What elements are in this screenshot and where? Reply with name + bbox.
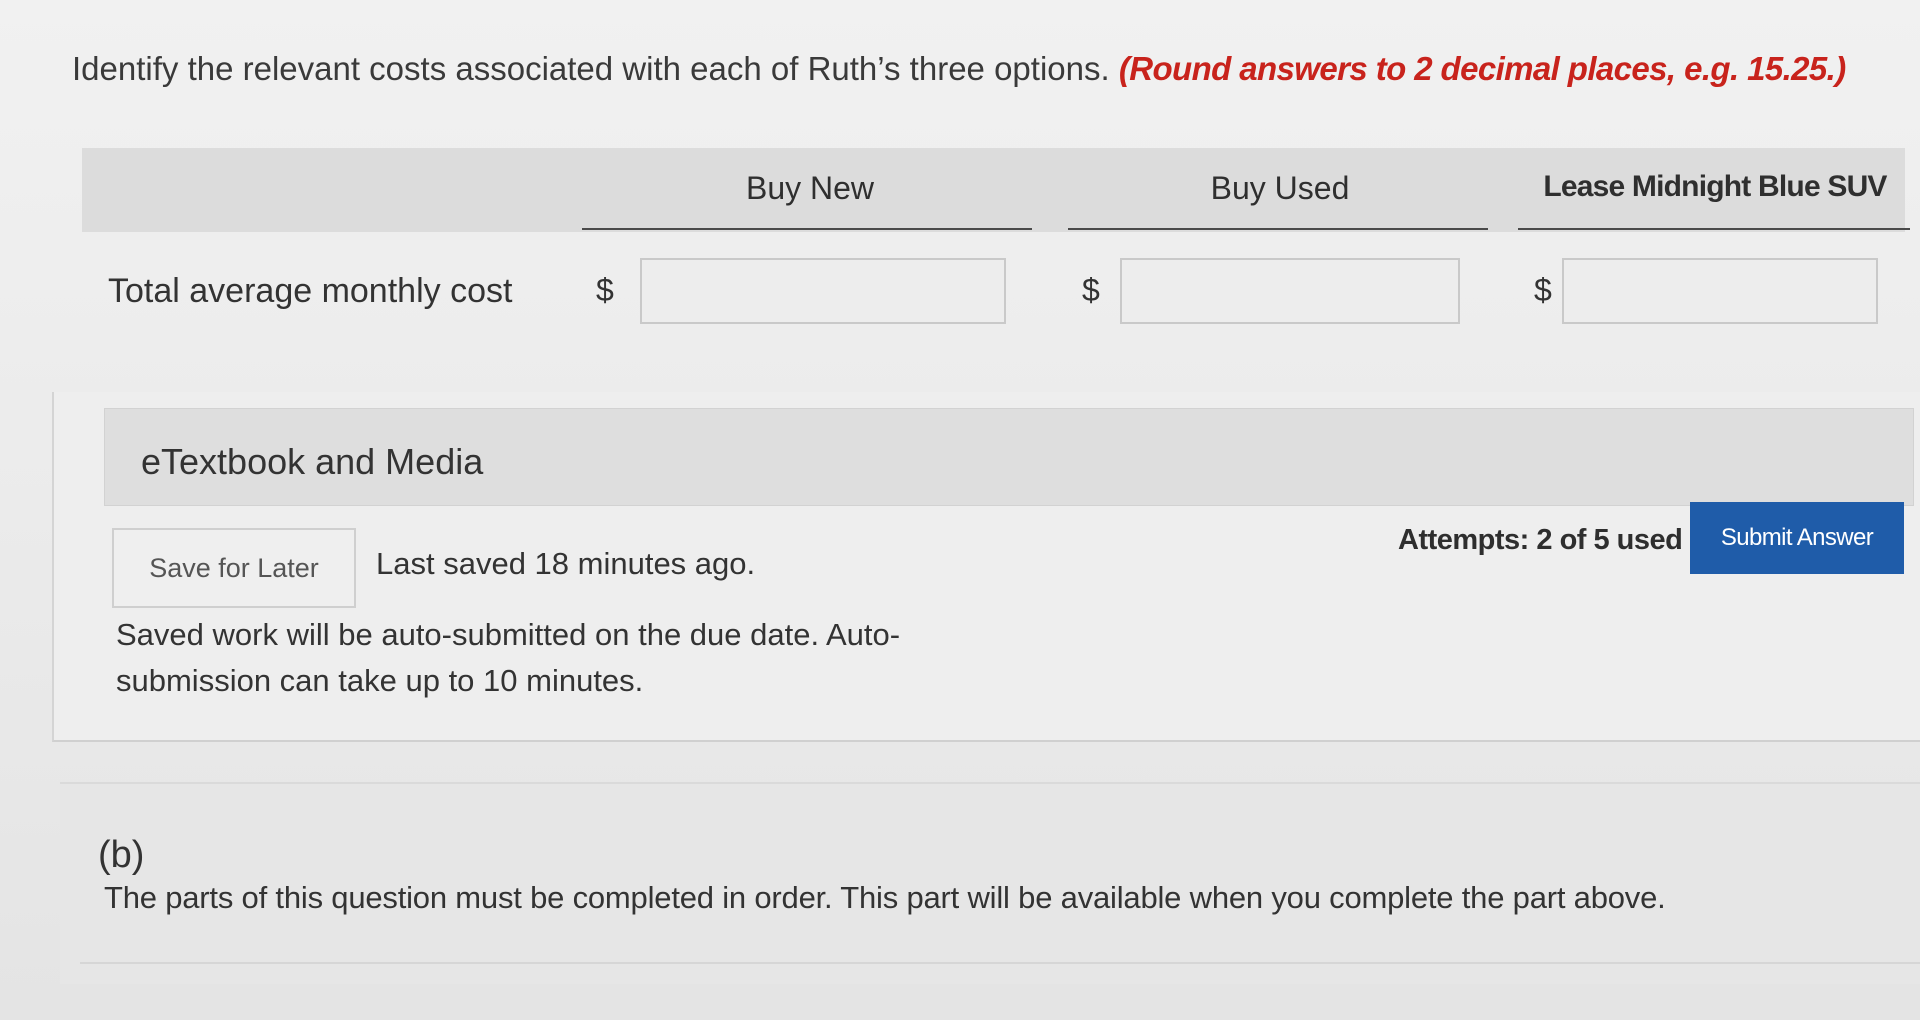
column-header-buy-new: Buy New <box>745 170 875 206</box>
part-b-locked-message: The parts of this question must be compl… <box>104 880 1666 915</box>
rounding-hint: (Round answers to 2 decimal places, e.g.… <box>1118 50 1846 87</box>
lease-cost-input[interactable] <box>1562 258 1878 324</box>
etextbook-media-title: eTextbook and Media <box>141 441 484 482</box>
row-label-monthly-cost: Total average monthly cost <box>108 272 513 310</box>
autosubmit-note: Saved work will be auto-submitted on the… <box>116 617 901 698</box>
last-saved-status: Last saved 18 minutes ago. <box>376 546 756 581</box>
currency-symbol-lease: $ <box>1534 272 1552 308</box>
submit-answer-button[interactable]: Submit Answer <box>1690 502 1904 574</box>
question-prompt: Identify the relevant costs associated w… <box>72 50 1846 88</box>
column-rule-lease <box>1518 228 1910 230</box>
column-rule-buy-used <box>1068 228 1488 230</box>
etextbook-media-panel[interactable]: eTextbook and Media <box>104 408 1914 506</box>
column-rule-buy-new <box>582 228 1032 230</box>
column-header-buy-used: Buy Used <box>1210 170 1350 206</box>
part-b-label: (b) <box>98 834 145 876</box>
column-header-lease: Lease Midnight Blue SUV <box>1543 170 1887 203</box>
save-for-later-button[interactable]: Save for Later <box>112 528 356 608</box>
buy-new-cost-input[interactable] <box>640 258 1006 324</box>
currency-symbol-buy-new: $ <box>596 272 614 308</box>
currency-symbol-buy-used: $ <box>1082 272 1100 308</box>
buy-used-cost-input[interactable] <box>1120 258 1460 324</box>
question-text: Identify the relevant costs associated w… <box>72 50 1110 87</box>
divider <box>80 962 1920 964</box>
attempts-counter: Attempts: 2 of 5 used <box>1398 524 1683 556</box>
page: Identify the relevant costs associated w… <box>0 0 1920 1020</box>
